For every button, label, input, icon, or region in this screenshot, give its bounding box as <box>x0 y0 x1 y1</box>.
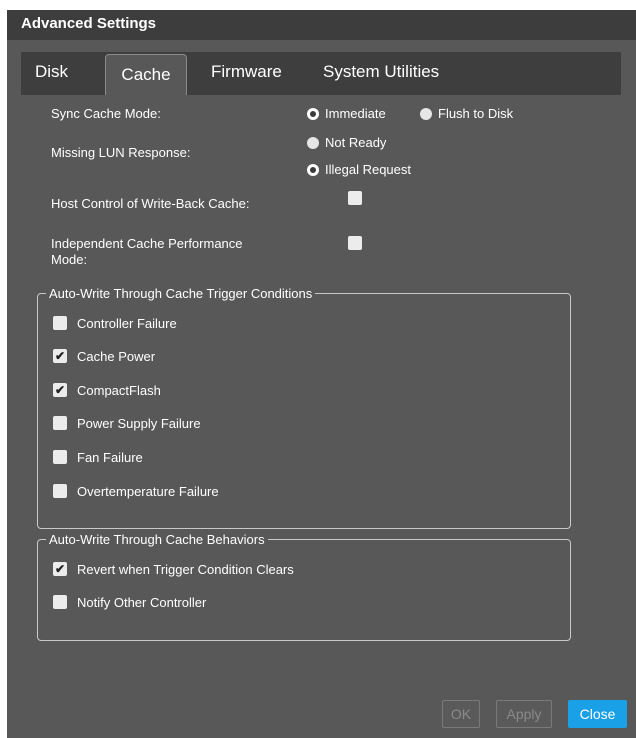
independent-cache-perf-label-line2: Mode: <box>51 252 88 267</box>
fan-failure-checkbox[interactable] <box>53 450 67 464</box>
sync-cache-mode-label: Sync Cache Mode: <box>51 106 161 121</box>
controller-failure-checkbox[interactable] <box>53 316 67 330</box>
power-supply-failure-label[interactable]: Power Supply Failure <box>77 416 201 431</box>
overtemperature-failure-checkbox[interactable] <box>53 484 67 498</box>
tab-firmware[interactable]: Firmware <box>211 52 282 95</box>
apply-button[interactable]: Apply <box>496 700 552 728</box>
radio-immediate[interactable] <box>307 108 319 120</box>
missing-lun-response-label: Missing LUN Response: <box>51 145 191 160</box>
independent-cache-perf-checkbox[interactable] <box>348 236 362 250</box>
close-button[interactable]: Close <box>568 700 627 728</box>
behaviors-legend: Auto-Write Through Cache Behaviors <box>49 532 265 547</box>
notify-other-controller-checkbox[interactable] <box>53 595 67 609</box>
advanced-settings-dialog: Advanced Settings Disk Cache Firmware Sy… <box>7 10 636 738</box>
behaviors-group: Auto-Write Through Cache Behaviors <box>37 532 571 641</box>
notify-other-controller-label[interactable]: Notify Other Controller <box>77 595 206 610</box>
radio-not-ready[interactable] <box>307 137 319 149</box>
tab-bar: Disk Cache Firmware System Utilities <box>21 52 621 95</box>
compactflash-checkbox[interactable]: ✔ <box>53 383 67 397</box>
host-control-write-back-label: Host Control of Write-Back Cache: <box>51 196 250 211</box>
cache-power-checkbox[interactable]: ✔ <box>53 349 67 363</box>
controller-failure-label[interactable]: Controller Failure <box>77 316 177 331</box>
radio-illegal-request-label[interactable]: Illegal Request <box>325 162 411 177</box>
radio-flush-to-disk-label[interactable]: Flush to Disk <box>438 106 513 121</box>
revert-when-clears-label[interactable]: Revert when Trigger Condition Clears <box>77 562 294 577</box>
trigger-conditions-legend: Auto-Write Through Cache Trigger Conditi… <box>49 286 313 301</box>
compactflash-label[interactable]: CompactFlash <box>77 383 161 398</box>
radio-flush-to-disk[interactable] <box>420 108 432 120</box>
radio-illegal-request[interactable] <box>307 164 319 176</box>
host-control-write-back-checkbox[interactable] <box>348 191 362 205</box>
tab-cache[interactable]: Cache <box>105 54 187 95</box>
overtemperature-failure-label[interactable]: Overtemperature Failure <box>77 484 219 499</box>
radio-not-ready-label[interactable]: Not Ready <box>325 135 386 150</box>
independent-cache-perf-label-line1: Independent Cache Performance <box>51 236 243 251</box>
revert-when-clears-checkbox[interactable]: ✔ <box>53 562 67 576</box>
power-supply-failure-checkbox[interactable] <box>53 416 67 430</box>
dialog-title: Advanced Settings <box>7 10 636 40</box>
tab-disk[interactable]: Disk <box>35 52 68 95</box>
ok-button[interactable]: OK <box>442 700 480 728</box>
tab-system-utilities[interactable]: System Utilities <box>323 52 439 95</box>
cache-power-label[interactable]: Cache Power <box>77 349 155 364</box>
radio-immediate-label[interactable]: Immediate <box>325 106 386 121</box>
fan-failure-label[interactable]: Fan Failure <box>77 450 143 465</box>
